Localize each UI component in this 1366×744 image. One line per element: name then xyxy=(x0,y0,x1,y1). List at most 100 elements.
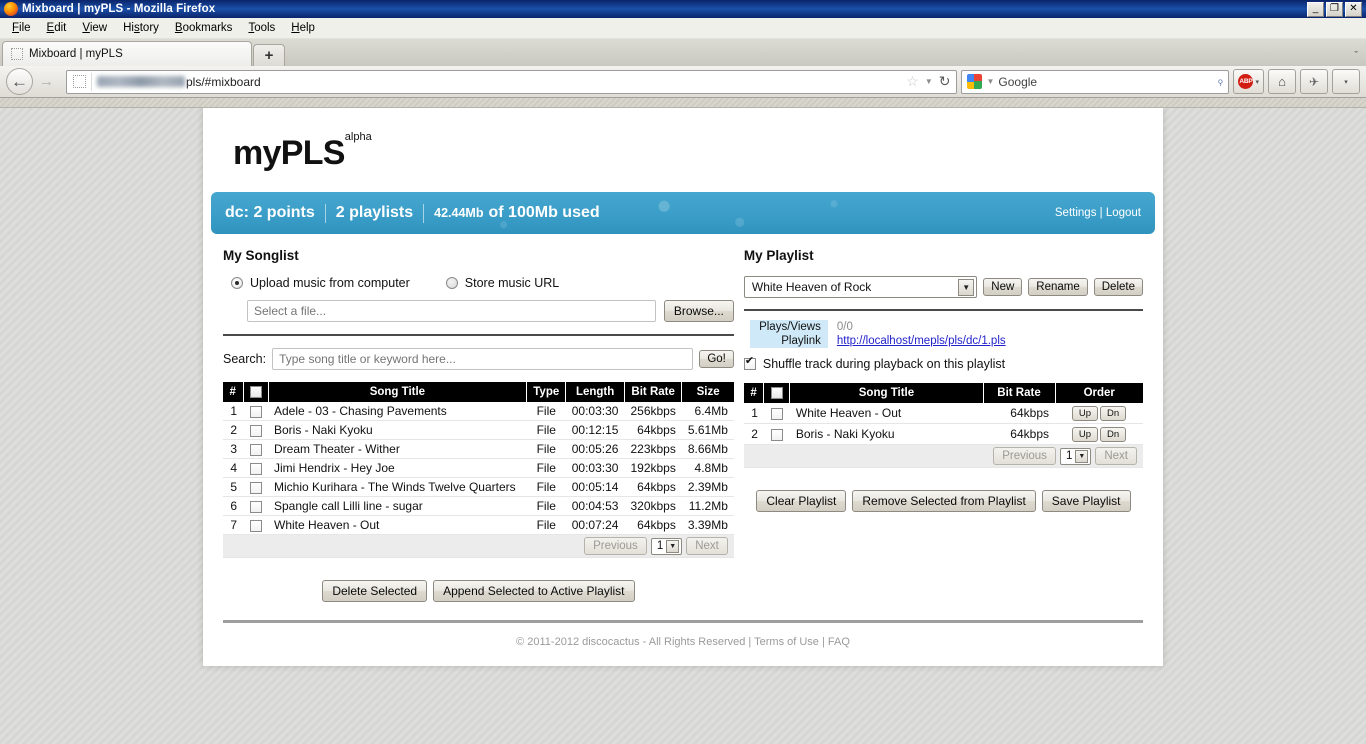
row-checkbox-cell[interactable] xyxy=(243,478,268,497)
col-bitrate: Bit Rate xyxy=(983,383,1055,403)
radio-upload-from-computer[interactable] xyxy=(231,277,243,289)
browse-button[interactable]: Browse... xyxy=(664,300,734,322)
menu-file[interactable]: File xyxy=(5,20,38,36)
forward-button[interactable]: → xyxy=(35,70,58,93)
move-up-button[interactable]: Up xyxy=(1072,427,1098,442)
chevron-down-icon: ▾ xyxy=(1255,78,1259,86)
row-checkbox[interactable] xyxy=(250,406,262,418)
plugin-button[interactable]: ✈ xyxy=(1300,69,1328,94)
delete-selected-button[interactable]: Delete Selected xyxy=(322,580,427,602)
search-bar[interactable]: ▼ Google ⌕ xyxy=(961,70,1229,94)
menu-edit[interactable]: Edit xyxy=(40,20,74,36)
navigation-toolbar: ← → pls/#mixboard ☆ ▼ ↻ ▼ Google ⌕ ABP ▾… xyxy=(0,66,1366,98)
row-number: 7 xyxy=(223,516,243,535)
row-checkbox[interactable] xyxy=(771,408,783,420)
firefox-logo-icon xyxy=(4,2,18,16)
search-engine-chevron-icon[interactable]: ▼ xyxy=(986,77,994,86)
row-checkbox-cell[interactable] xyxy=(243,421,268,440)
browser-tab[interactable]: Mixboard | myPLS xyxy=(2,41,252,66)
menu-help[interactable]: Help xyxy=(284,20,322,36)
chevron-down-icon[interactable]: ▼ xyxy=(925,77,933,86)
table-row[interactable]: 6 Spangle call Lilli line - sugar File 0… xyxy=(223,497,734,516)
row-checkbox[interactable] xyxy=(250,463,262,475)
adblock-icon: ABP xyxy=(1238,74,1253,89)
page-select[interactable]: 1 ▼ xyxy=(1060,448,1091,465)
table-row[interactable]: 2 Boris - Naki Kyoku File 00:12:15 64kbp… xyxy=(223,421,734,440)
row-checkbox[interactable] xyxy=(250,501,262,513)
row-checkbox-cell[interactable] xyxy=(764,424,790,445)
row-checkbox[interactable] xyxy=(771,429,783,441)
playlink-row: Playlink http://localhost/mepls/pls/dc/1… xyxy=(750,334,1006,348)
shuffle-checkbox[interactable] xyxy=(744,358,756,370)
playlist-body: 1 White Heaven - Out 64kbps UpDn 2 Boris… xyxy=(744,403,1143,468)
toolbar-overflow-button[interactable]: ▾ xyxy=(1332,69,1360,94)
select-all-checkbox[interactable] xyxy=(250,386,262,398)
row-checkbox-cell[interactable] xyxy=(764,403,790,424)
row-type: File xyxy=(527,440,566,459)
restore-button[interactable]: ❐ xyxy=(1326,2,1343,17)
search-magnifier-icon[interactable]: ⌕ xyxy=(1212,74,1227,89)
row-song-title: Jimi Hendrix - Hey Joe xyxy=(268,459,527,478)
menu-history[interactable]: History xyxy=(116,20,166,36)
row-checkbox-cell[interactable] xyxy=(243,497,268,516)
menu-bookmarks[interactable]: Bookmarks xyxy=(168,20,240,36)
new-playlist-button[interactable]: New xyxy=(983,278,1022,296)
playlist-select[interactable]: White Heaven of Rock ▼ xyxy=(744,276,977,298)
clear-playlist-button[interactable]: Clear Playlist xyxy=(756,490,846,512)
row-checkbox[interactable] xyxy=(250,444,262,456)
row-type: File xyxy=(527,402,566,421)
table-row[interactable]: 5 Michio Kurihara - The Winds Twelve Qua… xyxy=(223,478,734,497)
col-select-all[interactable] xyxy=(764,383,790,403)
row-checkbox[interactable] xyxy=(250,482,262,494)
next-page-button[interactable]: Next xyxy=(686,537,728,555)
songlist-pager-cell: Previous 1 ▼ Next xyxy=(223,535,734,558)
back-button[interactable]: ← xyxy=(6,68,33,95)
move-down-button[interactable]: Dn xyxy=(1100,406,1126,421)
row-checkbox[interactable] xyxy=(250,425,262,437)
page-select[interactable]: 1 ▼ xyxy=(651,538,682,555)
table-row[interactable]: 2 Boris - Naki Kyoku 64kbps UpDn xyxy=(744,424,1143,445)
menu-view[interactable]: View xyxy=(75,20,114,36)
table-row[interactable]: 1 White Heaven - Out 64kbps UpDn xyxy=(744,403,1143,424)
move-down-button[interactable]: Dn xyxy=(1100,427,1126,442)
window-title: Mixboard | myPLS - Mozilla Firefox xyxy=(22,3,215,15)
row-bitrate: 256kbps xyxy=(624,402,681,421)
previous-page-button[interactable]: Previous xyxy=(993,447,1056,465)
save-playlist-button[interactable]: Save Playlist xyxy=(1042,490,1131,512)
menu-tools[interactable]: Tools xyxy=(241,20,282,36)
table-row[interactable]: 4 Jimi Hendrix - Hey Joe File 00:03:30 1… xyxy=(223,459,734,478)
row-checkbox[interactable] xyxy=(250,520,262,532)
settings-logout-links[interactable]: Settings | Logout xyxy=(1055,207,1141,219)
close-button[interactable]: ✕ xyxy=(1345,2,1362,17)
row-checkbox-cell[interactable] xyxy=(243,459,268,478)
search-go-button[interactable]: Go! xyxy=(699,350,734,368)
address-bar[interactable]: pls/#mixboard ☆ ▼ ↻ xyxy=(66,70,957,94)
adblock-plus-button[interactable]: ABP ▾ xyxy=(1233,69,1264,94)
row-checkbox-cell[interactable] xyxy=(243,402,268,421)
radio-store-music-url[interactable] xyxy=(446,277,458,289)
bookmark-star-icon[interactable]: ☆ xyxy=(906,73,919,90)
file-path-input[interactable] xyxy=(247,300,656,322)
previous-page-button[interactable]: Previous xyxy=(584,537,647,555)
new-tab-button[interactable]: + xyxy=(253,44,285,66)
table-row[interactable]: 3 Dream Theater - Wither File 00:05:26 2… xyxy=(223,440,734,459)
row-checkbox-cell[interactable] xyxy=(243,516,268,535)
append-to-playlist-button[interactable]: Append Selected to Active Playlist xyxy=(433,580,634,602)
reload-icon[interactable]: ↻ xyxy=(939,73,951,90)
remove-selected-button[interactable]: Remove Selected from Playlist xyxy=(852,490,1035,512)
table-row[interactable]: 7 White Heaven - Out File 00:07:24 64kbp… xyxy=(223,516,734,535)
move-up-button[interactable]: Up xyxy=(1072,406,1098,421)
playlink-url[interactable]: http://localhost/mepls/pls/dc/1.pls xyxy=(837,335,1006,347)
select-all-checkbox[interactable] xyxy=(771,387,783,399)
col-select-all[interactable] xyxy=(243,382,268,402)
rename-playlist-button[interactable]: Rename xyxy=(1028,278,1087,296)
search-input[interactable] xyxy=(272,348,693,370)
next-page-button[interactable]: Next xyxy=(1095,447,1137,465)
footer-text: © 2011-2012 discocactus - All Rights Res… xyxy=(203,623,1163,648)
delete-playlist-button[interactable]: Delete xyxy=(1094,278,1143,296)
minimize-button[interactable]: _ xyxy=(1307,2,1324,17)
tab-list-chevron-icon[interactable]: ˇ xyxy=(1354,50,1366,66)
home-button[interactable]: ⌂ xyxy=(1268,69,1296,94)
table-row[interactable]: 1 Adele - 03 - Chasing Pavements File 00… xyxy=(223,402,734,421)
row-checkbox-cell[interactable] xyxy=(243,440,268,459)
